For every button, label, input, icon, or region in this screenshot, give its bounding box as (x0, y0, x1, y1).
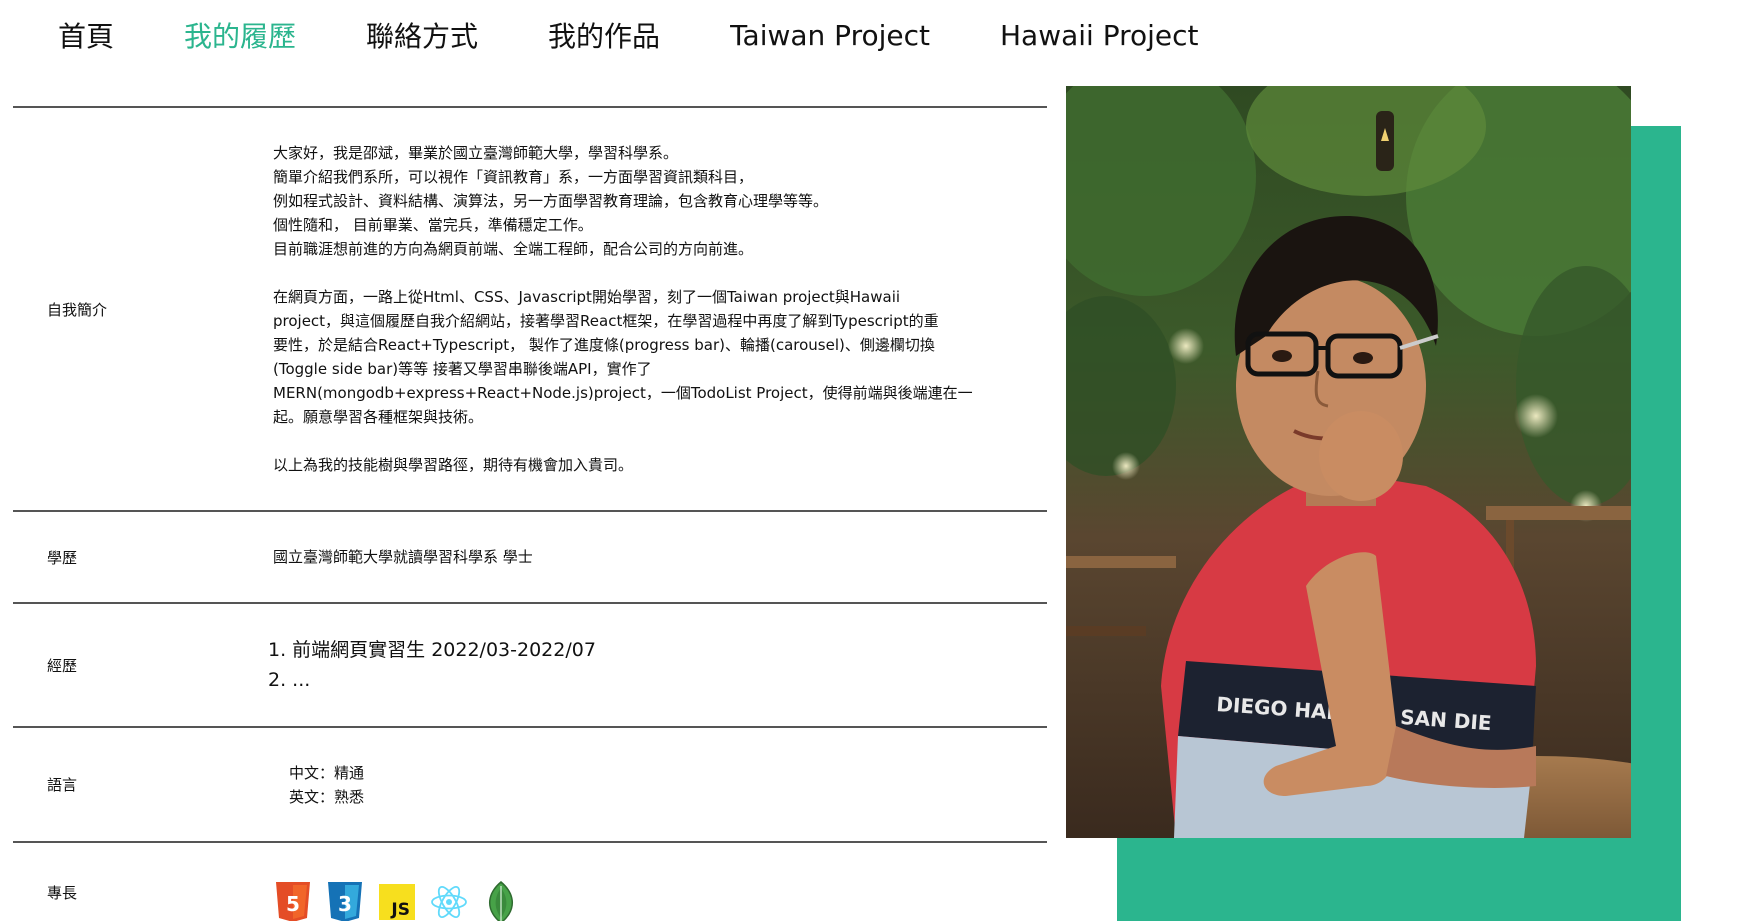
intro-line: 起。願意學習各種框架與技術。 (273, 408, 484, 426)
language-item: 英文：熟悉 (289, 787, 365, 806)
intro-line: MERN(mongodb+express+React+Node.js)proje… (273, 384, 973, 402)
intro-line: 大家好，我是邵斌，畢業於國立臺灣師範大學，學習科學系。 (273, 144, 679, 162)
intro-paragraph-1: 大家好，我是邵斌，畢業於國立臺灣師範大學，學習科學系。 簡單介紹我們系所，可以視… (273, 141, 1017, 261)
experience-item: 2. ... (268, 669, 311, 691)
language-content: 中文：精通 英文：熟悉 (273, 761, 1047, 809)
intro-line: 要性，於是結合React+Typescript， 製作了進度條(progress… (273, 336, 935, 354)
language-item: 中文：精通 (289, 763, 365, 782)
svg-text:JS: JS (390, 900, 410, 920)
intro-line: 個性隨和， 目前畢業、當完兵，準備穩定工作。 (273, 216, 593, 234)
skills-row: 專長 5 3 JS (13, 841, 1047, 921)
intro-line: 在網頁方面，一路上從Html、CSS、Javascript開始學習，刻了一個Ta… (273, 288, 901, 306)
language-row: 語言 中文：精通 英文：熟悉 (13, 726, 1047, 841)
intro-paragraph-3: 以上為我的技能樹與學習路徑，期待有機會加入貴司。 (273, 456, 634, 474)
experience-content: 1. 前端網頁實習生 2022/03-2022/07 2. ... (268, 635, 1047, 695)
intro-line: (Toggle side bar)等等 接著又學習串聯後端API，實作了 (273, 360, 652, 378)
intro-paragraph-2: 在網頁方面，一路上從Html、CSS、Javascript開始學習，刻了一個Ta… (273, 285, 1017, 429)
profile-photo: DIEGO HANG'10 SAN DIE (1066, 86, 1631, 838)
experience-item: 1. 前端網頁實習生 2022/03-2022/07 (268, 639, 596, 661)
language-label: 語言 (47, 776, 78, 794)
skill-icons: 5 3 JS (273, 880, 1017, 921)
mongodb-icon (488, 881, 514, 921)
nav-home[interactable]: 首頁 (58, 15, 114, 55)
education-label: 學歷 (47, 548, 78, 567)
education-row: 學歷 國立臺灣師範大學就讀學習科學系 學士 (13, 510, 1047, 602)
svg-text:3: 3 (338, 892, 352, 916)
react-icon (431, 886, 467, 918)
profile-photo-illustration: DIEGO HANG'10 SAN DIE (1066, 86, 1631, 838)
nav-taiwan-project[interactable]: Taiwan Project (730, 19, 930, 52)
resume-table: 自我簡介 大家好，我是邵斌，畢業於國立臺灣師範大學，學習科學系。 簡單介紹我們系… (13, 106, 1047, 921)
javascript-icon: JS (379, 884, 415, 920)
experience-list: 1. 前端網頁實習生 2022/03-2022/07 2. ... (268, 635, 1017, 695)
nav-resume[interactable]: 我的履歷 (184, 15, 296, 55)
intro-line: 例如程式設計、資料結構、演算法，另一方面學習教育理論，包含教育心理學等等。 (273, 192, 829, 210)
experience-label: 經歷 (47, 656, 78, 675)
intro-row: 自我簡介 大家好，我是邵斌，畢業於國立臺灣師範大學，學習科學系。 簡單介紹我們系… (13, 106, 1047, 510)
html5-icon: 5 (276, 882, 310, 921)
css3-icon: 3 (328, 882, 362, 921)
intro-content: 大家好，我是邵斌，畢業於國立臺灣師範大學，學習科學系。 簡單介紹我們系所，可以視… (273, 141, 1047, 477)
language-list: 中文：精通 英文：熟悉 (273, 761, 1017, 809)
nav-portfolio[interactable]: 我的作品 (548, 15, 660, 55)
intro-line: 目前職涯想前進的方向為網頁前端、全端工程師，配合公司的方向前進。 (273, 240, 754, 258)
intro-label: 自我簡介 (47, 300, 108, 319)
main-nav: 首頁 我的履歷 聯絡方式 我的作品 Taiwan Project Hawaii … (58, 10, 1199, 60)
experience-row: 經歷 1. 前端網頁實習生 2022/03-2022/07 2. ... (13, 602, 1047, 726)
skills-label: 專長 (47, 883, 78, 902)
nav-hawaii-project[interactable]: Hawaii Project (1000, 19, 1199, 52)
skills-content: 5 3 JS (273, 860, 1047, 921)
intro-line: project，與這個履歷自我介紹網站，接著學習React框架，在學習過程中再度… (273, 312, 939, 330)
education-value: 國立臺灣師範大學就讀學習科學系 學士 (273, 548, 533, 566)
intro-line: 簡單介紹我們系所，可以視作「資訊教育」系，一方面學習資訊類科目， (273, 168, 754, 186)
svg-text:5: 5 (286, 892, 300, 916)
nav-contact[interactable]: 聯絡方式 (366, 15, 478, 55)
